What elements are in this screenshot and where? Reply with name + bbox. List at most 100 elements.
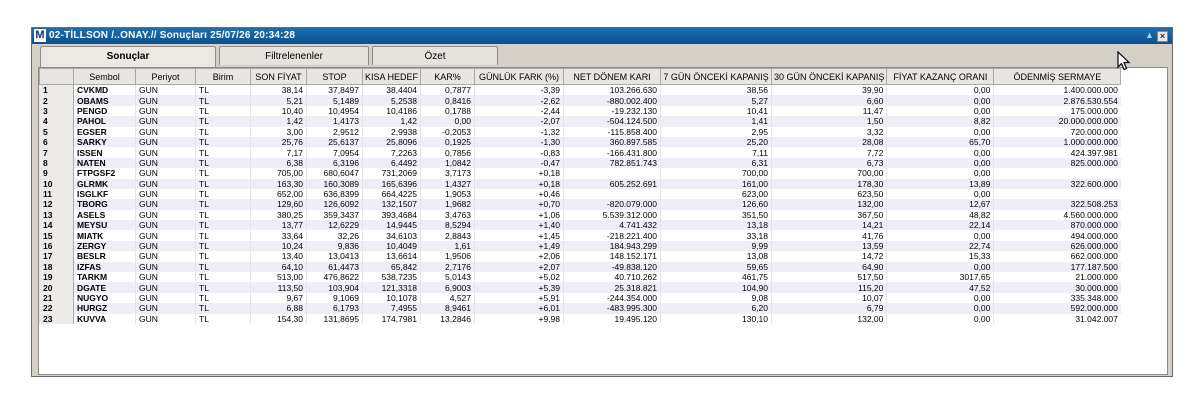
- cell-close-30d: 132,00: [771, 313, 887, 324]
- tab-ozet[interactable]: Özet: [372, 46, 498, 65]
- column-header-close-7d[interactable]: 7 GÜN ÖNCEKİ KAPANIŞ: [660, 68, 773, 85]
- cell-last-price: 129,60: [250, 199, 307, 210]
- title-bar[interactable]: M 02-TİLLSON /..ONAY.// Sonuçları 25/07/…: [32, 28, 1172, 44]
- cell-paid-capital: 1.000.000.000: [993, 136, 1121, 148]
- column-header-close-30d[interactable]: 30 GÜN ÖNCEKİ KAPANIŞ: [771, 68, 888, 85]
- column-header-short-target[interactable]: KISA HEDEF: [361, 68, 422, 85]
- cell-daily-change: +5,39: [474, 282, 564, 293]
- close-icon[interactable]: ×: [1157, 31, 1168, 42]
- cell-daily-change: +5,02: [474, 272, 564, 283]
- table-row[interactable]: 18 IZFAS GUN TL 64,10 61,4473 65,842 2,7176 +2,0…: [39, 261, 1121, 273]
- cell-short-target: 174,7981: [361, 313, 421, 324]
- cell-net-period-profit: -49.838.120: [563, 261, 661, 273]
- cell-index: 11: [39, 188, 74, 200]
- table-row[interactable]: 15 MIATK GUN TL 33,64 32,26 34,6103 2,8843 +1,45…: [39, 230, 1121, 241]
- results-grid[interactable]: Sembol Periyot Birim SON FİYAT STOP KISA HEDE…: [38, 67, 1168, 375]
- table-row[interactable]: 2 OBAMS GUN TL 5,21 5,1489 5,2538 0,8416 -2,62 -8…: [39, 95, 1121, 106]
- cell-last-price: 7,17: [250, 147, 307, 158]
- cell-short-target: 25,8096: [361, 136, 421, 148]
- cell-period: GUN: [135, 209, 196, 221]
- cell-short-target: 5,2538: [361, 95, 421, 106]
- cell-paid-capital: 720.000.000: [993, 126, 1121, 137]
- cell-index: 3: [39, 105, 74, 117]
- table-row[interactable]: 1 CVKMD GUN TL 38,14 37,8497 38,4404 0,7877 -3,3…: [39, 84, 1121, 96]
- cell-close-7d: 13,08: [660, 251, 772, 262]
- cell-stop: 9,1069: [306, 292, 363, 304]
- cell-profit-pct: 6,9003: [420, 282, 475, 293]
- cell-paid-capital: [993, 168, 1121, 179]
- cell-period: GUN: [135, 126, 196, 137]
- column-header-pe-ratio[interactable]: FİYAT KAZANÇ ORANI: [886, 68, 995, 85]
- column-header-profit-pct[interactable]: KAR%: [420, 68, 476, 85]
- table-row[interactable]: 13 ASELS GUN TL 380,25 359,3437 393,4684 3,4763…: [39, 209, 1121, 221]
- table-row[interactable]: 11 ISGLKF GUN TL 652,00 636,8399 664,4225 1,905…: [39, 188, 1121, 200]
- table-row[interactable]: 14 MEYSU GUN TL 13,77 12,6229 14,9445 8,5294 +1,…: [39, 220, 1121, 231]
- cell-profit-pct: 0,7877: [420, 84, 475, 96]
- table-row[interactable]: 22 HURGZ GUN TL 6,88 6,1793 7,4955 8,9461 +6,01-…: [39, 303, 1121, 314]
- column-header-last-price[interactable]: SON FİYAT: [250, 68, 307, 85]
- cell-stop: 9,836: [306, 240, 363, 252]
- cell-unit: TL: [195, 282, 251, 293]
- table-row[interactable]: 12 TBORG GUN TL 129,60 126,6092 132,1507 1,9682…: [39, 199, 1121, 210]
- table-row[interactable]: 16 ZERGY GUN TL 10,24 9,836 10,4049 1,61 +1,49 18…: [39, 240, 1121, 252]
- column-header-stop[interactable]: STOP: [306, 68, 363, 85]
- cell-last-price: 3,00: [250, 126, 307, 137]
- tab-sonuclar[interactable]: Sonuçlar: [40, 46, 216, 67]
- table-header: Sembol Periyot Birim SON FİYAT STOP KISA HEDE…: [39, 68, 1122, 85]
- twitter-icon[interactable]: ▲: [1144, 30, 1155, 41]
- cell-short-target: 38,4404: [361, 84, 421, 96]
- cell-profit-pct: 0,1788: [420, 105, 475, 117]
- table-row[interactable]: 5 EGSER GUN TL 3,00 2,9512 2,9938 -0,2053 -1,32-…: [39, 126, 1121, 137]
- column-header-period[interactable]: Periyot: [135, 68, 196, 85]
- cell-close-7d: 130,10: [660, 313, 772, 324]
- cell-close-30d: 178,30: [771, 178, 887, 189]
- cell-profit-pct: 4,527: [420, 292, 475, 304]
- cell-short-target: 34,6103: [361, 230, 421, 241]
- cell-daily-change: -0,83: [474, 147, 564, 158]
- tab-filtrelenenler[interactable]: Filtrelenenler: [219, 46, 369, 65]
- column-header-net-period-profit[interactable]: NET DÖNEM KARI: [563, 68, 662, 85]
- cell-period: GUN: [135, 188, 196, 200]
- table-row[interactable]: 8 NATEN GUN TL 6,38 6,3196 6,4492 1,0842 -0,47 78…: [39, 157, 1121, 169]
- column-header-paid-capital[interactable]: ÖDENMİŞ SERMAYE: [993, 68, 1122, 85]
- cell-paid-capital: 626.000.000: [993, 240, 1121, 252]
- cell-paid-capital: 424.397.981: [993, 147, 1121, 158]
- cell-symbol: NATEN: [73, 157, 136, 169]
- table-row[interactable]: 23 KUVVA GUN TL 154,30 131,8695 174,7981 13,284…: [39, 313, 1121, 324]
- column-header-symbol[interactable]: Sembol: [73, 68, 136, 85]
- cell-net-period-profit: -244.354.000: [563, 292, 661, 304]
- table-row[interactable]: 21 NUGYO GUN TL 9,67 9,1069 10,1078 4,527 +5,91-…: [39, 292, 1121, 304]
- table-row[interactable]: 10 GLRMK GUN TL 163,30 160,3089 165,6396 1,4327…: [39, 178, 1121, 189]
- table-row[interactable]: 7 ISSEN GUN TL 7,17 7,0954 7,2263 0,7856 -0,83 -1…: [39, 147, 1121, 158]
- table-row[interactable]: 19 TARKM GUN TL 513,00 476,8622 538,7235 5,0143…: [39, 272, 1121, 283]
- table-row[interactable]: 4 PAHOL GUN TL 1,42 1,4173 1,42 0,00 -2,07 -504.1…: [39, 116, 1121, 127]
- column-header-daily-change[interactable]: GÜNLÜK FARK (%): [474, 68, 565, 85]
- cell-close-7d: 2,95: [660, 126, 772, 137]
- cell-short-target: 132,1507: [361, 199, 421, 210]
- cell-unit: TL: [195, 126, 251, 137]
- cell-short-target: 10,4186: [361, 105, 421, 117]
- cell-close-30d: 41,76: [771, 230, 887, 241]
- cell-profit-pct: 8,9461: [420, 303, 475, 314]
- cell-unit: TL: [195, 178, 251, 189]
- cell-index: 5: [39, 126, 74, 137]
- cell-symbol: KUVVA: [73, 313, 136, 324]
- table-row[interactable]: 17 BESLR GUN TL 13,40 13,0413 13,6614 1,9506 +2,…: [39, 251, 1121, 262]
- cell-stop: 636,8399: [306, 188, 363, 200]
- column-header-unit[interactable]: Birim: [195, 68, 251, 85]
- cell-period: GUN: [135, 230, 196, 241]
- cell-paid-capital: 322.508.253: [993, 199, 1121, 210]
- cell-short-target: 6,4492: [361, 157, 421, 169]
- column-header-index[interactable]: [39, 68, 74, 85]
- cell-close-30d: 1,50: [771, 116, 887, 127]
- cell-daily-change: +5,91: [474, 292, 564, 304]
- cell-short-target: 10,4049: [361, 240, 421, 252]
- cell-paid-capital: 177.187.500: [993, 261, 1121, 273]
- table-row[interactable]: 3 PENGD GUN TL 10,40 10,4954 10,4186 0,1788 -2,4…: [39, 105, 1121, 117]
- cell-period: GUN: [135, 105, 196, 117]
- table-row[interactable]: 20 DGATE GUN TL 113,50 103,904 121,3318 6,9003 +…: [39, 282, 1121, 293]
- table-row[interactable]: 9 FTPGSF2 GUN TL 705,00 680,6047 731,2069 3,717…: [39, 168, 1121, 179]
- cell-stop: 476,8622: [306, 272, 363, 283]
- cell-stop: 103,904: [306, 282, 363, 293]
- table-row[interactable]: 6 SARKY GUN TL 25,76 25,6137 25,8096 0,1925 -1,3…: [39, 136, 1121, 148]
